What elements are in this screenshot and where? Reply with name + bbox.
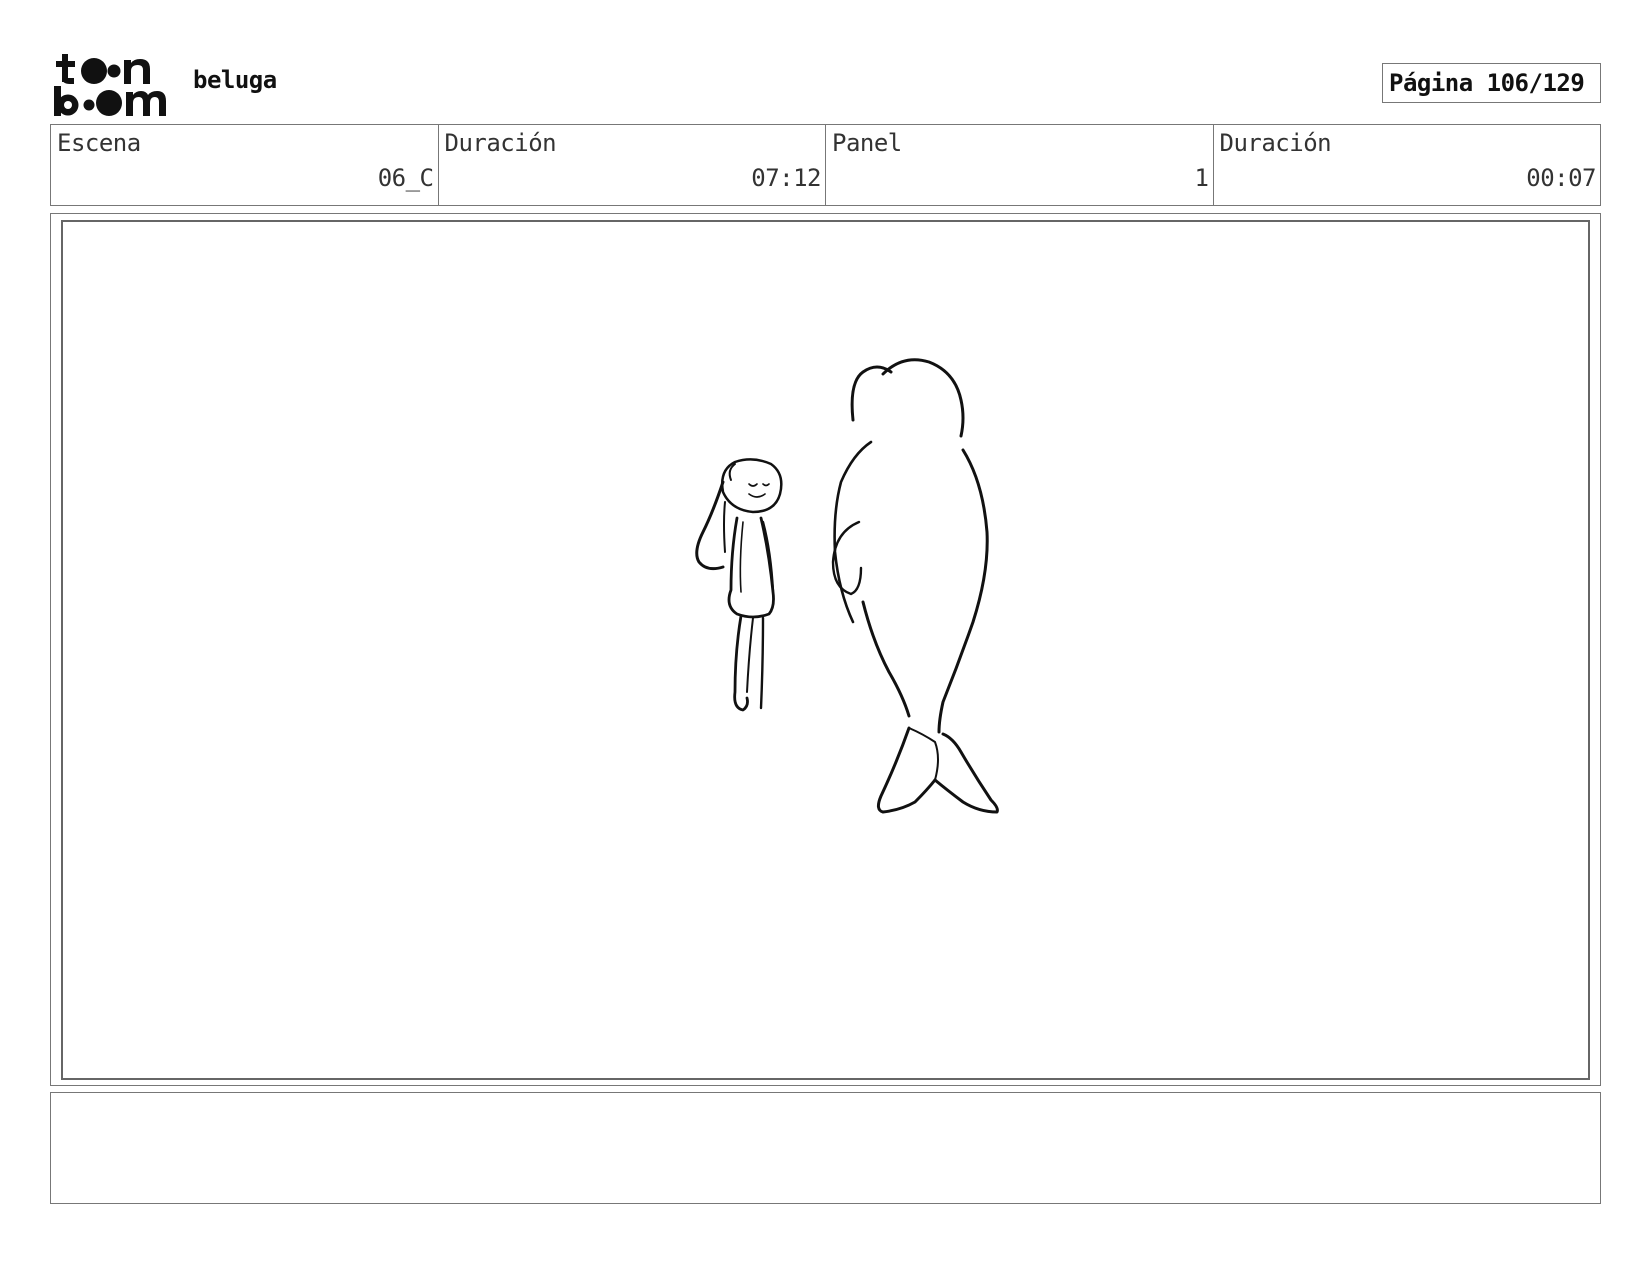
page-number: Página 106/129 bbox=[1382, 63, 1601, 103]
panel-duration-cell: Duración 00:07 bbox=[1214, 125, 1601, 205]
scene-duration-label: Duración bbox=[444, 129, 557, 157]
panel-value: 1 bbox=[1194, 164, 1209, 192]
scene-duration-value: 07:12 bbox=[751, 164, 821, 192]
panel-duration-value: 00:07 bbox=[1526, 164, 1596, 192]
scene-label: Escena bbox=[57, 129, 141, 157]
scene-cell: Escena 06_C bbox=[51, 125, 439, 205]
scene-value: 06_C bbox=[377, 164, 434, 192]
panel-drawing-area bbox=[61, 220, 1590, 1080]
scene-info-table: Escena 06_C Duración 07:12 Panel 1 Durac… bbox=[50, 124, 1601, 206]
panel-label: Panel bbox=[832, 129, 902, 157]
scene-duration-cell: Duración 07:12 bbox=[439, 125, 826, 205]
panel-duration-label: Duración bbox=[1219, 129, 1332, 157]
project-title: beluga bbox=[193, 66, 277, 94]
panel-cell: Panel 1 bbox=[826, 125, 1214, 205]
girl-and-beluga-sketch-icon bbox=[695, 358, 999, 814]
toon-boom-logo bbox=[54, 52, 172, 118]
panel-notes-box[interactable] bbox=[50, 1092, 1601, 1204]
